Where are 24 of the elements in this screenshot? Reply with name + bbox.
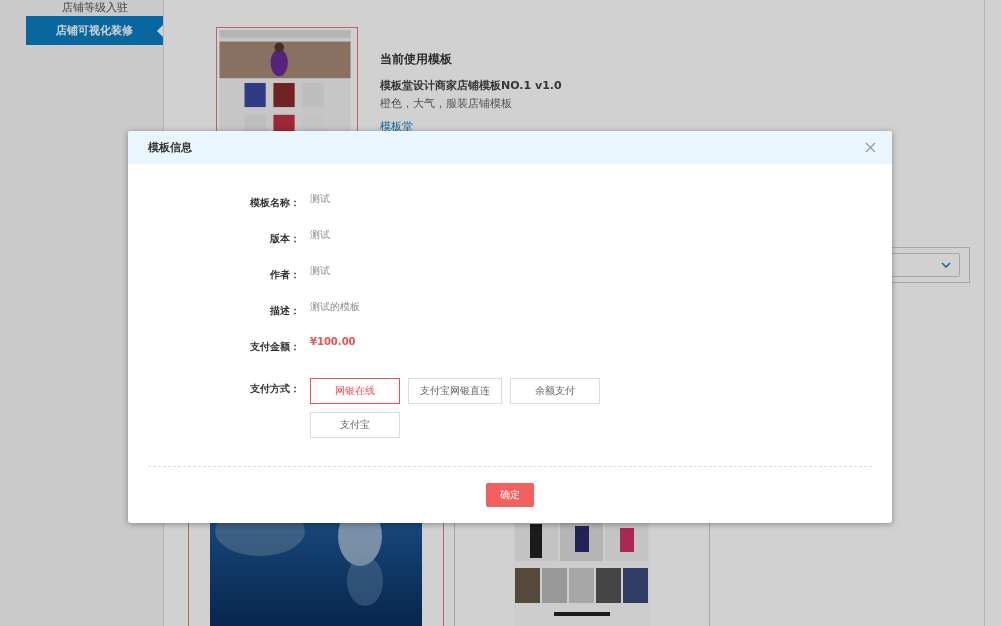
field-label: 模板名称： xyxy=(249,196,300,210)
chevron-down-icon xyxy=(941,262,951,268)
field-value: 测试 xyxy=(310,192,330,206)
payment-option[interactable]: 余额支付 xyxy=(510,378,600,404)
close-icon[interactable] xyxy=(865,142,876,153)
field-label: 作者： xyxy=(269,268,300,282)
field-label: 版本： xyxy=(269,232,300,246)
template-name: 模板堂设计商家店铺模板NO.1 v1.0 xyxy=(380,78,562,93)
payment-option[interactable]: 网银在线 xyxy=(310,378,400,404)
payment-option[interactable]: 支付宝 xyxy=(310,412,400,438)
author-link[interactable]: 模板堂 xyxy=(380,119,562,134)
field-value: 测试的模板 xyxy=(310,300,360,314)
template-description: 橙色，大气，服装店铺模板 xyxy=(380,96,513,111)
section-heading: 当前使用模板 xyxy=(380,51,453,68)
field-label: 描述： xyxy=(269,304,300,318)
sidebar-item[interactable]: 店铺可视化装修 xyxy=(26,16,163,45)
field-value: 测试 xyxy=(310,228,330,242)
dialog-title: 模板信息 xyxy=(148,140,192,155)
field-value: 测试 xyxy=(310,264,330,278)
field-label: 支付方式： xyxy=(249,382,300,396)
field-label: 支付金额： xyxy=(249,340,300,354)
sidebar-item[interactable]: 店铺等级入驻 xyxy=(26,0,163,14)
payment-option[interactable]: 支付宝网银直连 xyxy=(408,378,502,404)
price-value: ¥100.00 xyxy=(310,336,356,349)
